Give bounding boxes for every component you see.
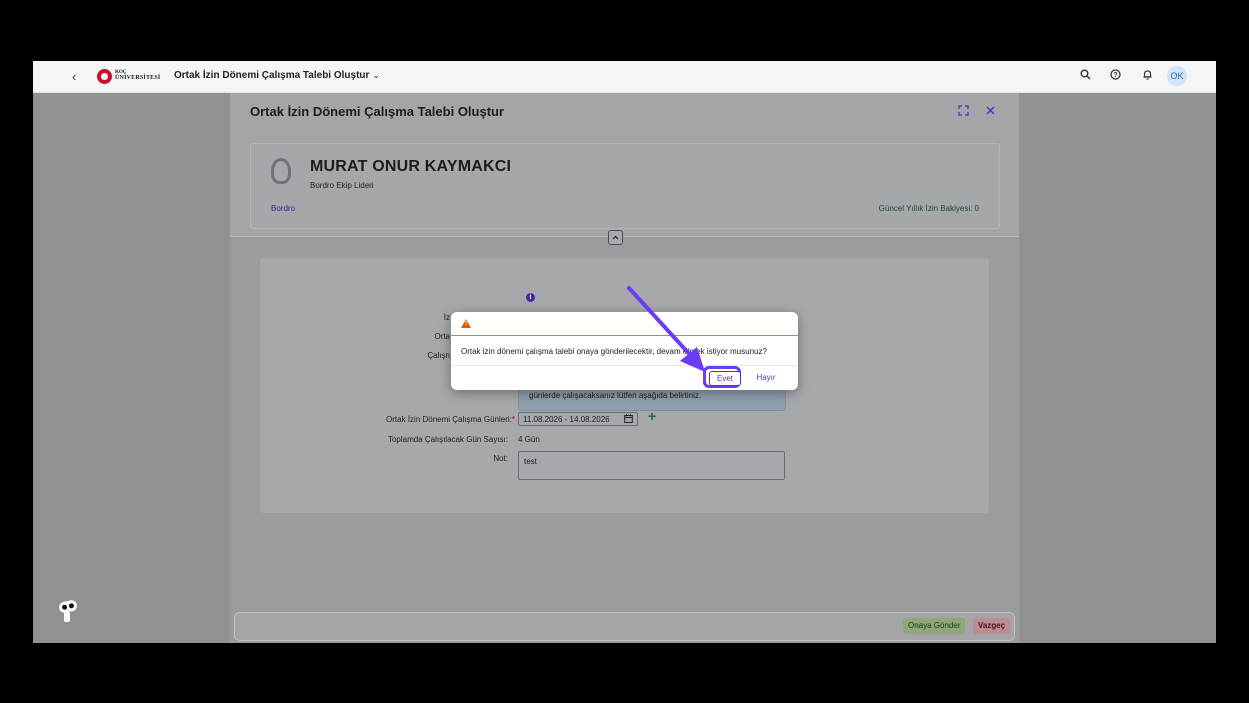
note-label: Not:: [493, 454, 508, 463]
confirm-dialog: ! Ortak izin dönemi çalışma talebi onaya…: [451, 312, 798, 390]
total-days-value: 4 Gün: [518, 435, 540, 444]
back-button[interactable]: ‹: [72, 69, 76, 84]
assistant-bot-icon[interactable]: [55, 599, 81, 625]
calendar-icon[interactable]: [624, 414, 633, 425]
days-label: Ortak İzin Dönemi Çalışma Günleri:*: [386, 415, 515, 424]
search-icon[interactable]: [1080, 69, 1091, 83]
note-value: test: [524, 457, 537, 466]
chevron-up-icon: [612, 235, 619, 240]
employee-role: Bordro Ekip Lideri: [310, 181, 374, 190]
bell-icon[interactable]: [1142, 69, 1153, 83]
collapse-header-button[interactable]: [608, 230, 623, 245]
add-date-icon[interactable]: +: [648, 408, 656, 424]
logo-mark-icon: [97, 69, 112, 84]
label-calisma: Çalışn: [427, 351, 450, 360]
employee-avatar-icon: [271, 158, 291, 184]
page-header: Ortak İzin Dönemi Çalışma Talebi Oluştur…: [230, 93, 1019, 237]
logo-line2: ÜNİVERSİTESİ: [115, 75, 161, 81]
footer-toolbar: Onaya Gönder Vazgeç: [234, 612, 1015, 641]
employee-department: Bordro: [271, 204, 296, 213]
svg-text:?: ?: [1113, 72, 1117, 79]
chevron-down-icon: ⌄: [372, 70, 380, 80]
help-icon[interactable]: ?: [1110, 69, 1121, 83]
label-ortak: Orta: [434, 332, 450, 341]
date-range-value: 11.08.2026 - 14.08.2026: [523, 415, 610, 424]
total-days-label: Toplamda Çalışılacak Gün Sayısı:: [387, 435, 508, 444]
cancel-button[interactable]: Vazgeç: [973, 618, 1011, 634]
dialog-message: Ortak izin dönemi çalışma talebi onaya g…: [461, 347, 767, 356]
page-title: Ortak İzin Dönemi Çalışma Talebi Oluştur: [250, 104, 505, 119]
label-izin: İz: [443, 313, 450, 322]
info-message-text: günlerde çalışacaksanız lütfen aşağıda b…: [529, 391, 702, 400]
employee-name: MURAT ONUR KAYMAKCI: [310, 158, 512, 175]
leave-balance: Güncel Yıllık İzin Bakiyesi: 0: [878, 204, 979, 213]
info-icon: i: [526, 293, 535, 302]
shell-bar: ‹ KOÇ ÜNİVERSİTESİ Ortak İzin Dönemi Çal…: [33, 61, 1216, 93]
note-textarea[interactable]: test: [518, 451, 785, 480]
user-avatar[interactable]: OK: [1167, 66, 1187, 86]
send-for-approval-button[interactable]: Onaya Gönder: [903, 618, 966, 634]
close-icon[interactable]: [985, 105, 996, 119]
date-range-input[interactable]: 11.08.2026 - 14.08.2026: [518, 412, 638, 426]
no-button[interactable]: Hayır: [751, 371, 781, 384]
app-window: ‹ KOÇ ÜNİVERSİTESİ Ortak İzin Dönemi Çal…: [33, 61, 1216, 643]
yes-button[interactable]: Evet: [709, 371, 741, 386]
university-logo[interactable]: KOÇ ÜNİVERSİTESİ: [97, 69, 161, 84]
employee-card: MURAT ONUR KAYMAKCI Bordro Ekip Lideri B…: [250, 143, 1000, 229]
app-title: Ortak İzin Dönemi Çalışma Talebi Oluştur: [174, 70, 370, 81]
fullscreen-icon[interactable]: [958, 105, 969, 119]
app-title-menu[interactable]: Ortak İzin Dönemi Çalışma Talebi Oluştur…: [174, 70, 380, 81]
